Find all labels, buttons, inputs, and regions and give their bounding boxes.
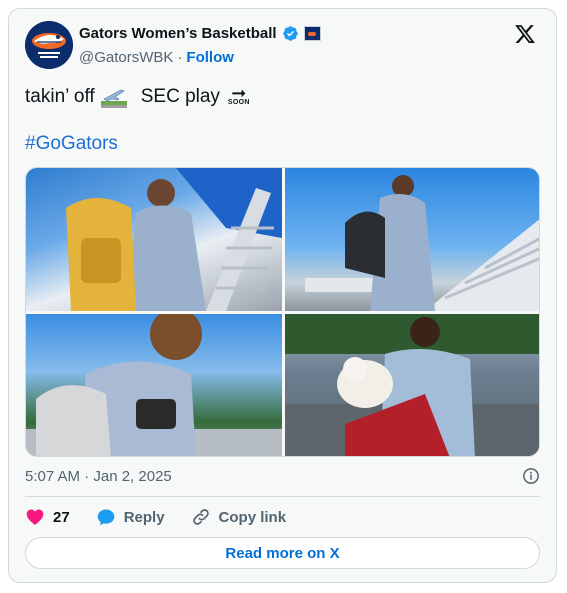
team-affiliate-badge-icon[interactable] xyxy=(303,26,321,41)
reply-bubble-icon xyxy=(97,509,115,526)
tweet-timestamp[interactable]: 5:07 AM · Jan 2, 2025 xyxy=(25,468,172,485)
tweet-text: takin’ off SEC play ➞ SOON xyxy=(25,83,250,109)
reply-button[interactable]: Reply xyxy=(96,507,165,527)
photo-2[interactable] xyxy=(285,168,539,311)
x-logo-icon[interactable] xyxy=(514,23,536,45)
tweet-text-part2: SEC play xyxy=(140,86,220,107)
separator-dot: · xyxy=(177,49,183,66)
account-handle[interactable]: @GatorsWBK xyxy=(79,49,173,66)
embedded-tweet-card: Gators Women’s Basketball @GatorsWBK · F… xyxy=(8,8,557,583)
photo-4[interactable] xyxy=(285,314,539,456)
tweet-text-part1: takin’ off xyxy=(25,86,95,107)
photo-1[interactable] xyxy=(26,168,282,311)
like-count: 27 xyxy=(53,508,70,526)
link-icon xyxy=(192,509,209,525)
verified-badge-icon xyxy=(282,26,298,41)
copy-link-button[interactable]: Copy link xyxy=(191,507,287,527)
read-more-button[interactable]: Read more on X xyxy=(25,537,540,569)
hashtag-link[interactable]: #GoGators xyxy=(25,133,118,155)
info-icon[interactable] xyxy=(522,467,540,485)
heart-icon xyxy=(26,509,44,525)
reply-label: Reply xyxy=(123,508,165,526)
soon-arrow-emoji: ➞ SOON xyxy=(227,83,250,106)
copy-link-label: Copy link xyxy=(218,508,287,526)
airplane-departure-emoji xyxy=(100,89,127,108)
soon-label: SOON xyxy=(227,99,250,106)
media-grid xyxy=(25,167,540,457)
follow-button[interactable]: Follow xyxy=(186,49,234,66)
divider xyxy=(25,496,540,497)
account-name[interactable]: Gators Women’s Basketball xyxy=(79,25,277,42)
like-button[interactable]: 27 xyxy=(25,507,70,527)
photo-3[interactable] xyxy=(26,314,282,456)
gator-logo-avatar[interactable] xyxy=(25,21,73,69)
